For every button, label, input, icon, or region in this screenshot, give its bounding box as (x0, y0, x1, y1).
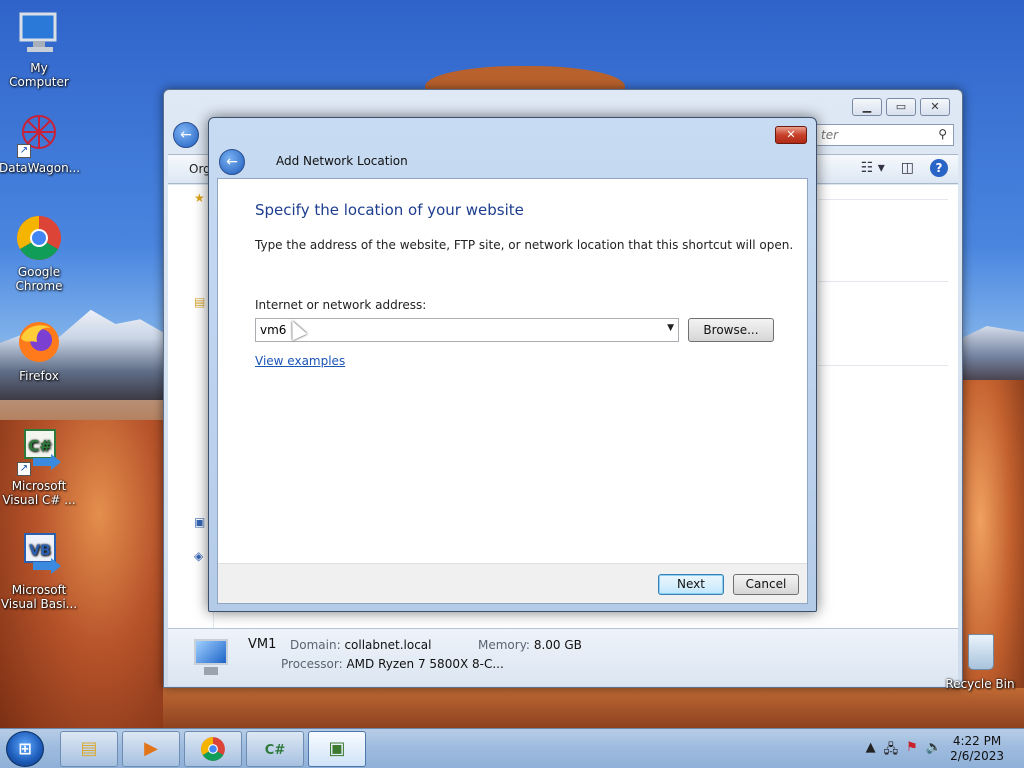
windows-logo-icon: ⊞ (18, 739, 32, 758)
minimize-button[interactable]: ▁ (852, 98, 882, 116)
visual-basic-icon: VB (15, 532, 63, 580)
instructions-text: Type the address of the website, FTP sit… (255, 238, 794, 252)
clock-date: 2/6/2023 (950, 749, 1004, 763)
address-input[interactable]: vm6 (260, 323, 286, 337)
system-tray: ▲ 🖧 ⚑ 🔈 (866, 740, 942, 762)
taskbar-network-location[interactable]: ▣ (308, 731, 366, 767)
domain-value: collabnet.local (344, 638, 432, 652)
network-nav-icon[interactable]: ◈ (194, 549, 203, 563)
taskbar: ⊞ ▤ ▶ C# ▣ ▲ 🖧 ⚑ 🔈 4:22 PM 2/6/2023 (0, 728, 1024, 768)
svg-text:VB: VB (29, 543, 51, 559)
clock-time: 4:22 PM (952, 734, 1002, 748)
computer-icon (192, 639, 234, 677)
visual-csharp-icon: C# ↗ (15, 428, 63, 476)
file-explorer-icon: ▤ (80, 738, 98, 759)
desktop-icon-visual-basic[interactable]: VB Microsoft Visual Basi... (0, 532, 79, 611)
show-hidden-icons-icon[interactable]: ▲ (866, 740, 876, 762)
favorites-star-icon[interactable]: ★ (194, 191, 205, 205)
explorer-back-button[interactable]: ← (173, 122, 199, 148)
search-icon[interactable]: ⚲ (938, 127, 947, 141)
help-icon[interactable]: ? (930, 159, 948, 177)
address-label: Internet or network address: (255, 298, 427, 312)
desktop-icon-my-computer[interactable]: My Computer (0, 10, 79, 89)
start-button[interactable]: ⊞ (6, 731, 44, 767)
computer-icon (15, 10, 63, 58)
computer-name: VM1 (248, 637, 277, 652)
processor-label: Processor: (281, 657, 343, 671)
divider (818, 365, 948, 366)
shortcut-arrow-icon: ↗ (17, 144, 31, 158)
add-network-location-dialog: ✕ ← Add Network Location Specify the loc… (208, 117, 817, 612)
visual-csharp-icon: C# (264, 743, 286, 758)
cancel-button[interactable]: Cancel (733, 574, 799, 595)
background-rock-bottom (163, 688, 1024, 728)
desktop-icon-google-chrome[interactable]: Google Chrome (0, 214, 79, 293)
preview-pane-icon[interactable]: ◫ (901, 160, 914, 176)
dialog-back-button[interactable]: ← (219, 149, 245, 175)
back-arrow-icon: ← (180, 127, 192, 143)
dropdown-arrow-icon[interactable]: ▼ (667, 323, 674, 333)
explorer-toolbar-right: ☷ ▾ ◫ ? (861, 159, 948, 177)
page-title: Specify the location of your website (255, 201, 524, 219)
desktop-icon-visual-csharp[interactable]: C# ↗ Microsoft Visual C# ... (0, 428, 79, 507)
taskbar-file-explorer[interactable]: ▤ (60, 731, 118, 767)
dialog-footer: Next Cancel (218, 563, 807, 603)
close-icon: ✕ (786, 128, 796, 141)
media-player-icon: ▶ (144, 738, 158, 759)
memory-value: 8.00 GB (533, 638, 582, 652)
details-pane: VM1 Domain: collabnet.local Memory: 8.00… (168, 628, 958, 686)
next-button[interactable]: Next (658, 574, 724, 595)
recycle-bin-icon (962, 630, 998, 674)
network-location-icon: ▣ (328, 738, 346, 759)
taskbar-chrome[interactable] (184, 731, 242, 767)
firefox-icon (15, 318, 63, 366)
memory-label: Memory: (478, 638, 530, 652)
dialog-title: Add Network Location (276, 154, 408, 168)
clock[interactable]: 4:22 PM 2/6/2023 (950, 734, 1004, 764)
chrome-icon (15, 214, 63, 262)
browse-button[interactable]: Browse... (688, 318, 774, 342)
explorer-search-input[interactable]: ter ⚲ (814, 124, 954, 146)
divider (818, 281, 948, 282)
background-mountains-right (962, 326, 1024, 380)
view-examples-link[interactable]: View examples (255, 354, 345, 368)
chrome-icon (200, 737, 226, 761)
view-options-icon[interactable]: ☷ ▾ (861, 160, 885, 176)
taskbar-visual-csharp[interactable]: C# (246, 731, 304, 767)
shortcut-arrow-icon: ↗ (17, 462, 31, 476)
processor-value: AMD Ryzen 7 5800X 8-C... (346, 657, 504, 671)
datawagon-icon: ↗ (15, 110, 63, 158)
dialog-close-button[interactable]: ✕ (775, 126, 807, 144)
address-combobox[interactable]: vm6 ▼ (255, 318, 679, 342)
domain-label: Domain: (290, 638, 341, 652)
libraries-folder-icon[interactable]: ▤ (194, 295, 205, 309)
computer-nav-icon[interactable]: ▣ (194, 515, 205, 529)
svg-text:C#: C# (28, 437, 52, 455)
desktop-icon-recycle-bin[interactable]: Recycle Bin (940, 630, 1020, 691)
desktop-icon-datawagon[interactable]: ↗ DataWagon... (0, 110, 80, 175)
taskbar-media-player[interactable]: ▶ (122, 731, 180, 767)
window-controls: ▁ ▭ ✕ (852, 98, 950, 116)
back-arrow-icon: ← (226, 154, 238, 170)
network-icon[interactable]: 🖧 (884, 740, 899, 762)
volume-icon[interactable]: 🔈 (926, 740, 942, 762)
action-center-flag-icon[interactable]: ⚑ (906, 740, 918, 762)
divider (818, 199, 948, 200)
desktop-icon-firefox[interactable]: Firefox (0, 318, 79, 383)
dialog-content: Specify the location of your website Typ… (217, 178, 808, 604)
maximize-button[interactable]: ▭ (886, 98, 916, 116)
close-button[interactable]: ✕ (920, 98, 950, 116)
